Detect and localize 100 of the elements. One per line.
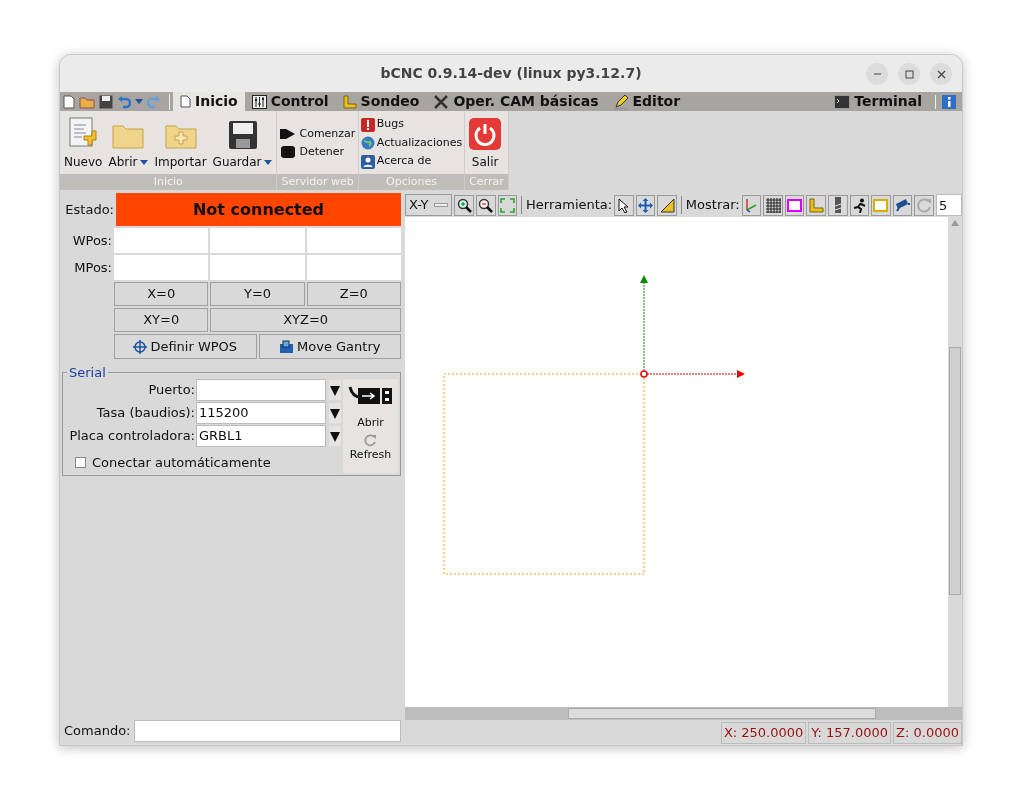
stop-icon <box>279 145 298 160</box>
coordinate-readout: X: 250.0000 <box>720 722 807 744</box>
expand-icon <box>499 197 515 213</box>
globe-icon <box>360 136 375 150</box>
zoom-in-button[interactable] <box>454 194 474 216</box>
pencil-icon <box>612 93 629 110</box>
vertical-scrollbar[interactable] <box>948 217 962 707</box>
maximize-button[interactable] <box>898 63 920 85</box>
ribbon-button[interactable]: Acerca de <box>360 153 463 170</box>
state-label: Estado: <box>64 200 114 219</box>
info-icon[interactable] <box>942 94 956 109</box>
zero-button[interactable]: XY=0 <box>114 308 209 332</box>
minimize-button[interactable] <box>866 63 888 85</box>
terminal-icon <box>834 94 851 109</box>
ribbon-button[interactable]: Salir <box>467 118 504 171</box>
checkbox-label: Conectar automáticamente <box>92 454 271 472</box>
grid-icon <box>765 197 781 213</box>
coordinate-readout: Z: 0.0000 <box>893 722 962 744</box>
group-label: Opciones <box>358 174 465 190</box>
zero-button[interactable]: X=0 <box>114 282 209 306</box>
zoom-out-button[interactable] <box>475 194 496 216</box>
ribbon-button[interactable]: Detener <box>279 144 356 161</box>
checkbox[interactable] <box>75 457 86 469</box>
command-field[interactable] <box>133 720 401 742</box>
ribbon-tab[interactable]: Inicio <box>173 92 245 111</box>
move-tool-button[interactable] <box>635 194 656 216</box>
field-label: Tasa (baudios): <box>96 404 195 423</box>
rectangle-icon <box>873 198 889 212</box>
zero-button[interactable]: XYZ=0 <box>210 308 401 332</box>
close-button[interactable] <box>930 63 952 85</box>
open-button[interactable]: Abrir <box>347 383 394 432</box>
refresh-icon <box>916 197 932 213</box>
horizontal-scrollbar[interactable] <box>405 707 962 720</box>
ruler-icon <box>808 197 824 213</box>
dropdown-field[interactable]: 115200 <box>196 402 326 424</box>
show-label: Mostrar: <box>685 196 740 215</box>
endmill-toggle[interactable] <box>828 194 848 216</box>
rectangle-icon <box>787 198 803 212</box>
new-file-icon[interactable] <box>63 94 75 109</box>
action-button[interactable]: Move Gantry <box>258 334 401 359</box>
pointer-icon <box>617 197 630 213</box>
ribbon-tab[interactable]: Sondeo <box>335 92 427 111</box>
ribbon-tab[interactable]: Editor <box>605 92 688 111</box>
workarea-toggle[interactable] <box>871 194 891 216</box>
ribbon-button[interactable]: Abrir <box>106 120 151 171</box>
ruler-icon <box>342 94 357 109</box>
exclamation-icon <box>360 117 375 132</box>
user-icon <box>360 154 375 169</box>
tools-icon <box>433 93 450 110</box>
scroll-up-icon[interactable] <box>951 219 959 227</box>
action-button[interactable]: Definir WPOS <box>114 334 257 359</box>
group-label: Inicio <box>60 174 277 190</box>
dropdown-field[interactable] <box>196 379 326 401</box>
ribbon-button[interactable]: Actualizaciones <box>360 134 463 152</box>
ribbon-button[interactable]: Comenzar <box>279 125 356 142</box>
tool-label: Herramienta: <box>526 196 613 215</box>
power-icon <box>469 118 502 150</box>
field-label: Puerto: <box>148 381 195 400</box>
ribbon-button[interactable]: Nuevo <box>62 116 105 171</box>
camera-icon <box>894 198 911 212</box>
state-indicator: Not connected <box>116 193 401 226</box>
running-person-icon <box>851 197 867 213</box>
number-field[interactable]: 5 <box>935 194 962 216</box>
group-label: Cerrar <box>465 174 508 190</box>
minimize-icon <box>872 73 882 75</box>
position-label: MPos: <box>73 258 112 277</box>
path-toggle[interactable] <box>849 194 870 216</box>
zero-button[interactable]: Z=0 <box>306 282 401 306</box>
axes-icon <box>744 197 759 213</box>
move-icon <box>638 197 654 213</box>
gantry-icon <box>279 339 295 354</box>
camera-toggle[interactable] <box>892 194 913 216</box>
zero-button[interactable]: Y=0 <box>210 282 305 306</box>
endmill-icon <box>833 197 842 213</box>
margins-toggle[interactable] <box>784 194 805 216</box>
refresh-icon <box>364 433 377 447</box>
ribbon-tab[interactable]: Oper. CAM básicas <box>426 92 606 111</box>
ribbon-button[interactable]: Bugs <box>360 116 463 133</box>
refresh-button[interactable]: Refresh <box>349 433 392 463</box>
save-icon[interactable] <box>99 94 113 109</box>
caret-icon[interactable] <box>135 98 143 105</box>
close-icon <box>936 69 946 79</box>
dropdown-field[interactable]: GRBL1 <box>196 425 326 447</box>
zoom-out-icon <box>478 197 494 213</box>
view-selector[interactable]: X-Y <box>405 194 453 216</box>
select-tool-button[interactable] <box>614 194 634 216</box>
caret-icon <box>264 159 273 165</box>
window-title: bCNC 0.9.14-dev (linux py3.12.7) <box>380 64 642 83</box>
coordinate-readout: Y: 157.0000 <box>808 722 892 744</box>
position-label: WPos: <box>71 231 112 250</box>
ruler-toggle[interactable] <box>806 194 826 216</box>
ribbon-tab[interactable]: Terminal <box>827 92 929 111</box>
ribbon-button[interactable]: Guardar <box>210 120 275 171</box>
ribbon-button[interactable]: Importar <box>152 120 209 171</box>
maximize-icon <box>904 69 914 79</box>
ruler-tool-button[interactable] <box>657 194 677 216</box>
field-label: Placa controladora: <box>69 427 195 446</box>
ribbon-tab[interactable]: Control <box>244 92 336 111</box>
axes-toggle[interactable] <box>741 194 762 216</box>
grid-toggle[interactable] <box>763 194 783 216</box>
